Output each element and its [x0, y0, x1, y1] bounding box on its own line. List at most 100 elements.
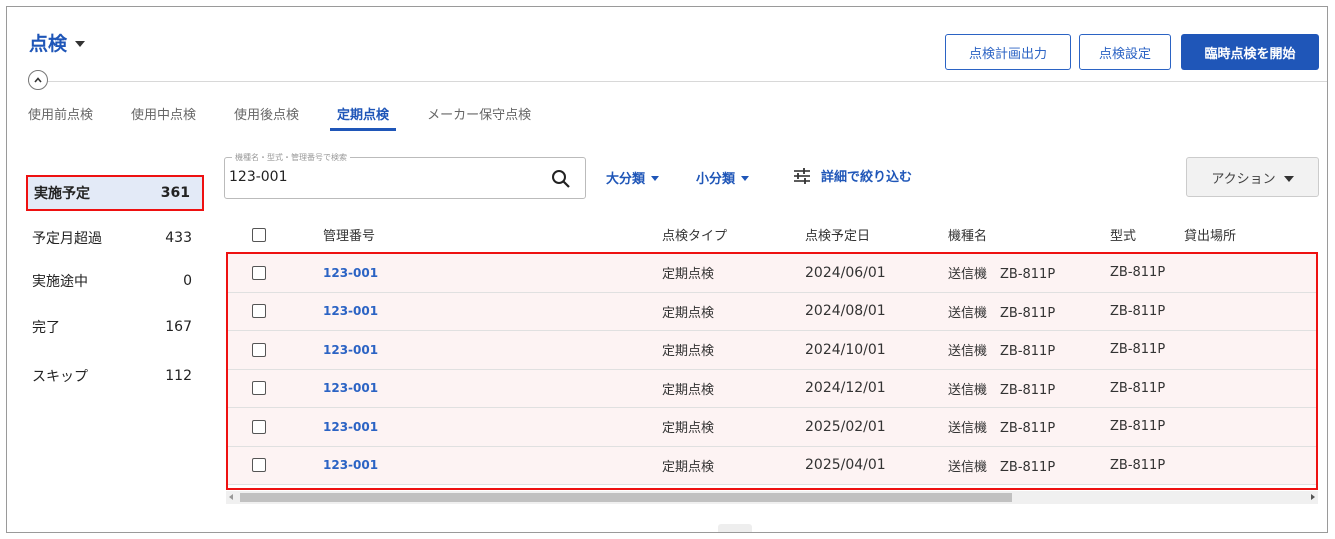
- major-category-filter[interactable]: 大分類: [606, 168, 660, 187]
- status-label: 予定月超過: [32, 231, 102, 247]
- table-row[interactable]: 123-001 定期点検 2024/08/01 送信機 ZB-811P ZB-811P: [226, 292, 1318, 331]
- cell-date: 2024/10/01: [805, 341, 886, 358]
- collapse-button[interactable]: [28, 70, 48, 90]
- cell-type: 定期点検: [662, 421, 715, 437]
- cell-model-name: 送信機 ZB-811P: [948, 421, 1056, 437]
- row-checkbox[interactable]: [252, 419, 266, 434]
- caret-down-icon: [651, 175, 660, 181]
- start-adhoc-inspection-button[interactable]: 臨時点検を開始: [1181, 34, 1319, 70]
- page-title-dropdown[interactable]: 点検: [29, 29, 86, 56]
- table-row[interactable]: 123-001 定期点検 2024/12/01 送信機 ZB-811P ZB-811P: [226, 369, 1318, 408]
- status-item-completed[interactable]: 完了 167: [26, 309, 204, 345]
- status-label: 完了: [32, 320, 60, 336]
- status-count: 433: [165, 230, 192, 246]
- select-all-checkbox[interactable]: [252, 227, 266, 242]
- status-item-skipped[interactable]: スキップ 112: [26, 358, 204, 394]
- table-row[interactable]: 123-001 定期点検 2024/10/01 送信機 ZB-811P ZB-811P: [226, 331, 1318, 370]
- status-count: 112: [165, 368, 192, 384]
- filter-label: 小分類: [696, 172, 736, 187]
- table-row[interactable]: 123-001 定期点検 2025/04/01 送信機 ZB-811P ZB-811P: [226, 446, 1318, 485]
- cell-date: 2025/04/01: [805, 457, 886, 474]
- inspection-tabs: 使用前点検 使用中点検 使用後点検 定期点検 メーカー保守点検: [28, 104, 569, 132]
- cell-model-name: 送信機 ZB-811P: [948, 344, 1056, 360]
- caret-down-icon: [741, 175, 750, 181]
- minor-category-filter[interactable]: 小分類: [696, 168, 750, 187]
- cell-model: ZB-811P: [1110, 380, 1166, 396]
- status-count: 361: [160, 185, 190, 201]
- id-link[interactable]: 123-001: [323, 304, 378, 318]
- filter-label: 大分類: [606, 172, 646, 187]
- status-item-scheduled[interactable]: 実施予定 361: [26, 175, 204, 211]
- status-item-overdue[interactable]: 予定月超過 433: [26, 220, 204, 256]
- scroll-left-icon[interactable]: [229, 494, 233, 500]
- sliders-icon: [794, 167, 810, 184]
- detail-filter-label: 詳細で絞り込む: [821, 170, 913, 185]
- id-link[interactable]: 123-001: [323, 381, 378, 395]
- horizontal-scrollbar[interactable]: [226, 491, 1318, 504]
- action-label: アクション: [1211, 171, 1276, 187]
- id-link[interactable]: 123-001: [323, 420, 378, 434]
- cell-date: 2025/02/01: [805, 418, 886, 435]
- status-count: 0: [183, 273, 192, 289]
- tab-post-use[interactable]: 使用後点検: [234, 104, 299, 132]
- detail-filter-button[interactable]: 詳細で絞り込む: [793, 166, 912, 185]
- status-item-in-progress[interactable]: 実施途中 0: [26, 263, 204, 299]
- caret-down-icon: [75, 41, 86, 47]
- row-checkbox[interactable]: [252, 265, 266, 280]
- status-label: 実施途中: [32, 274, 88, 290]
- table-row[interactable]: 123-001 定期点検 2025/02/01 送信機 ZB-811P ZB-811P: [226, 408, 1318, 447]
- cell-type: 定期点検: [662, 305, 715, 321]
- table-row[interactable]: 123-001 定期点検 2024/06/01 送信機 ZB-811P ZB-811P: [226, 254, 1318, 293]
- cell-model-name: 送信機 ZB-811P: [948, 305, 1056, 321]
- cell-model-name: 送信機 ZB-811P: [948, 267, 1056, 283]
- cell-model: ZB-811P: [1110, 457, 1166, 473]
- action-dropdown[interactable]: アクション: [1186, 157, 1319, 197]
- header-model: 型式: [1110, 229, 1137, 244]
- inspection-table: 管理番号 点検タイプ 点検予定日 機種名 型式 貸出場所 123-001 定期点検…: [226, 216, 1318, 485]
- header-divider: [28, 81, 1327, 82]
- tab-pre-use[interactable]: 使用前点検: [28, 104, 93, 132]
- header-id: 管理番号: [323, 229, 376, 244]
- settings-button[interactable]: 点検設定: [1079, 34, 1171, 70]
- row-checkbox[interactable]: [252, 342, 266, 357]
- scroll-thumb[interactable]: [240, 493, 1012, 502]
- id-link[interactable]: 123-001: [323, 266, 378, 280]
- page-title: 点検: [29, 33, 68, 55]
- cell-date: 2024/08/01: [805, 303, 886, 320]
- table-header-row: 管理番号 点検タイプ 点検予定日 機種名 型式 貸出場所: [226, 216, 1318, 254]
- status-count: 167: [165, 319, 192, 335]
- cell-model: ZB-811P: [1110, 303, 1166, 319]
- cell-model-name: 送信機 ZB-811P: [948, 459, 1056, 475]
- caret-down-icon: [1283, 175, 1294, 182]
- status-label: スキップ: [32, 369, 88, 385]
- scroll-right-icon[interactable]: [1311, 494, 1315, 500]
- cell-model: ZB-811P: [1110, 265, 1166, 281]
- drag-handle[interactable]: [718, 524, 752, 532]
- cell-type: 定期点検: [662, 382, 715, 398]
- id-link[interactable]: 123-001: [323, 458, 378, 472]
- cell-model: ZB-811P: [1110, 419, 1166, 435]
- cell-date: 2024/06/01: [805, 264, 886, 281]
- header-location: 貸出場所: [1184, 229, 1237, 244]
- id-link[interactable]: 123-001: [323, 343, 378, 357]
- search-icon[interactable]: [551, 169, 571, 189]
- chevron-up-icon: [34, 77, 42, 83]
- search-box: 機種名・型式・管理番号で検索: [224, 152, 586, 199]
- tab-maker-maintenance[interactable]: メーカー保守点検: [427, 104, 531, 132]
- header-model-name: 機種名: [948, 229, 988, 244]
- cell-date: 2024/12/01: [805, 380, 886, 397]
- status-label: 実施予定: [34, 186, 90, 202]
- search-label: 機種名・型式・管理番号で検索: [232, 152, 350, 163]
- tab-in-use[interactable]: 使用中点検: [131, 104, 196, 132]
- header-date: 点検予定日: [805, 229, 871, 244]
- cell-type: 定期点検: [662, 459, 715, 475]
- row-checkbox[interactable]: [252, 304, 266, 319]
- row-checkbox[interactable]: [252, 381, 266, 396]
- cell-model: ZB-811P: [1110, 342, 1166, 358]
- cell-type: 定期点検: [662, 344, 715, 360]
- row-checkbox[interactable]: [252, 458, 266, 473]
- plan-output-button[interactable]: 点検計画出力: [945, 34, 1071, 70]
- tab-periodic[interactable]: 定期点検: [330, 104, 397, 132]
- search-input[interactable]: [229, 166, 539, 188]
- cell-type: 定期点検: [662, 267, 715, 283]
